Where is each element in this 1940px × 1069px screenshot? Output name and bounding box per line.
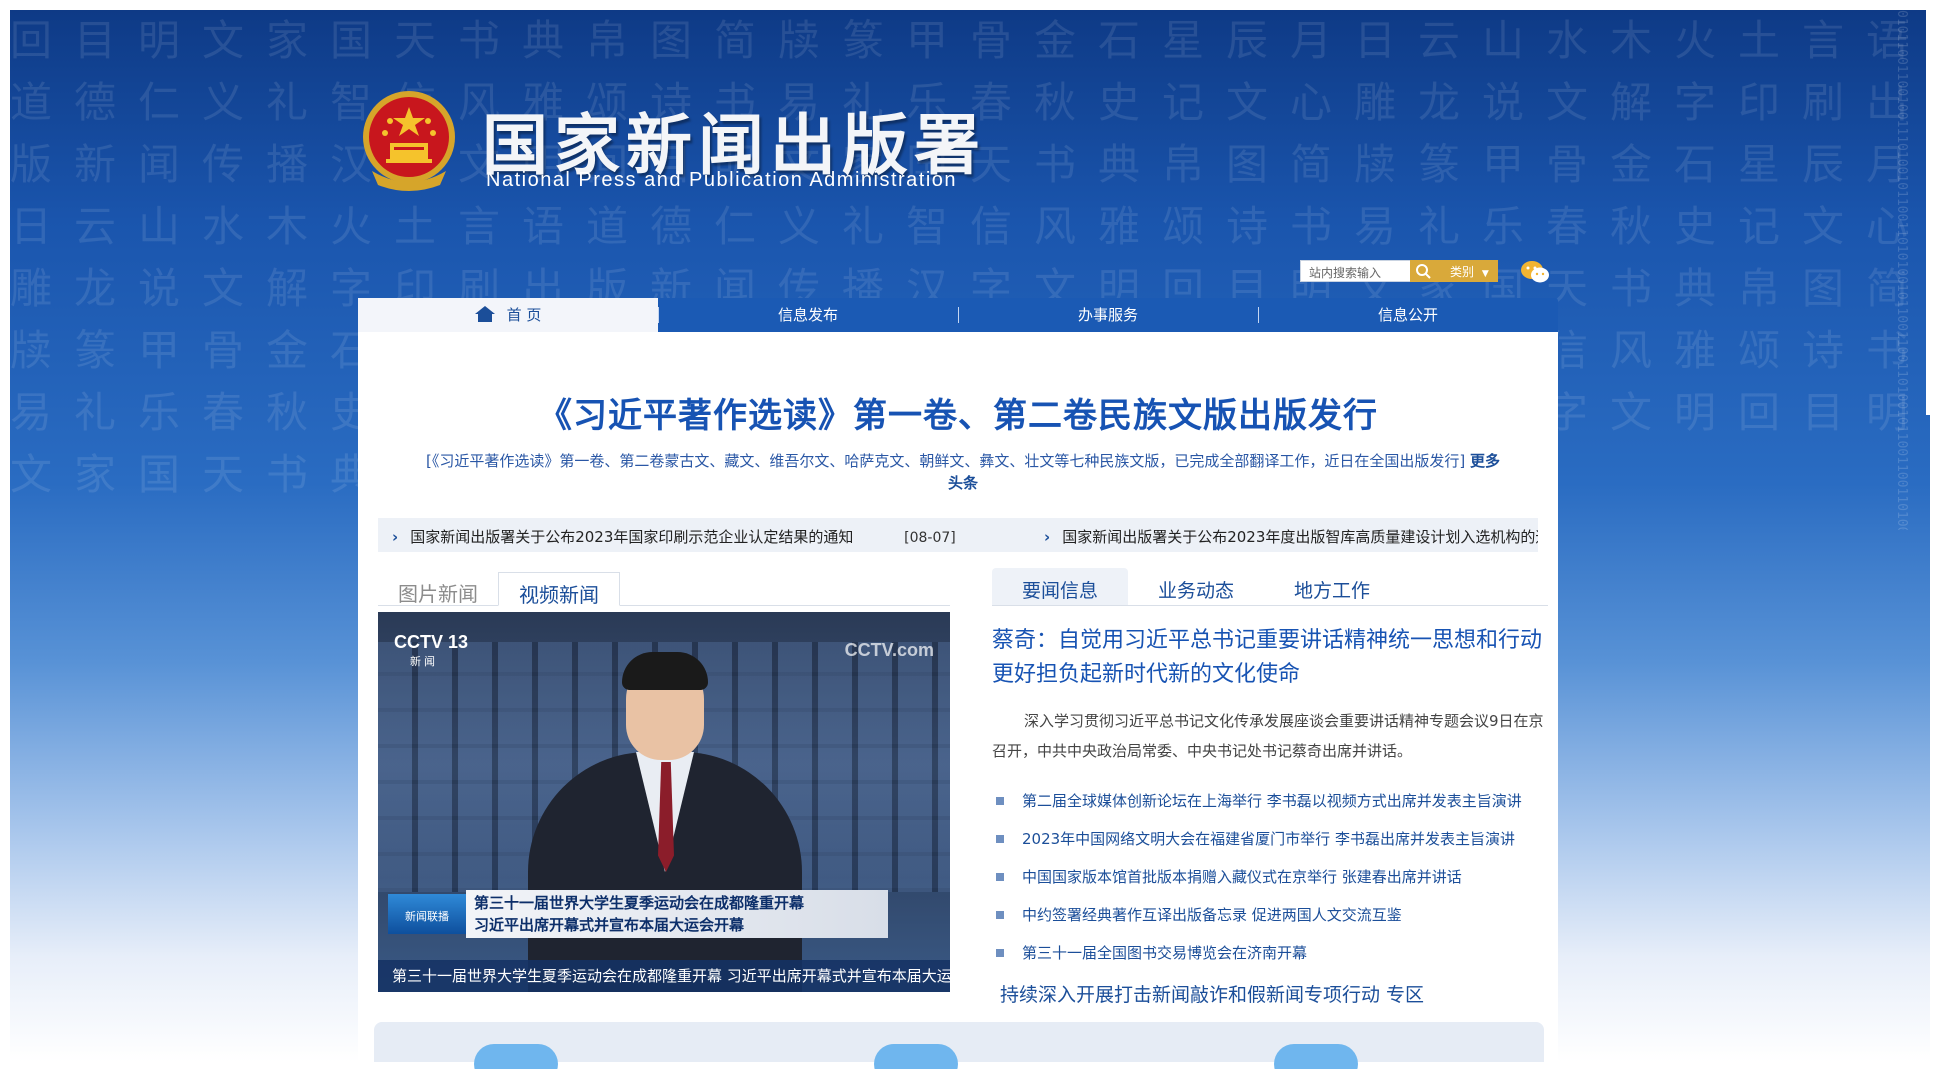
lower-third-text: 第三十一届世界大学生夏季运动会在成都隆重开幕 习近平出席开幕式并宣布本届大运会开… xyxy=(466,890,888,938)
tab-business-updates[interactable]: 业务动态 xyxy=(1128,568,1264,605)
national-emblem-icon xyxy=(363,91,455,191)
headline-summary: [《习近平著作选读》第一卷、第二卷蒙古文、藏文、维吾尔文、哈萨克文、朝鲜文、彝文… xyxy=(382,450,1544,494)
video-player[interactable]: CCTV 13 新 闻 CCTV.com 新闻联播 第三十一届世界大学生夏季运动… xyxy=(378,612,950,992)
ticker-item[interactable]: › 国家新闻出版署关于公布2023年度出版智库高质量建设计划入选机构的通知 xyxy=(1044,526,1538,547)
more-headlines-link[interactable]: 更多 xyxy=(1470,452,1500,470)
main-nav: 首 页 信息发布 办事服务 信息公开 xyxy=(358,298,1558,332)
cctv-logo-sub: 新 闻 xyxy=(410,656,436,668)
tab-photo-news[interactable]: 图片新闻 xyxy=(378,572,498,606)
list-item[interactable]: 2023年中国网络文明大会在福建省厦门市举行 李书磊出席并发表主旨演讲 xyxy=(992,820,1552,858)
news-tabs: 要闻信息 业务动态 地方工作 xyxy=(992,568,1548,606)
special-topic-link[interactable]: 持续深入开展打击新闻敲诈和假新闻专项行动 专区 xyxy=(1000,980,1424,1007)
wechat-icon[interactable] xyxy=(1520,259,1550,285)
list-item[interactable]: 第三十一届全国图书交易博览会在济南开幕 xyxy=(992,934,1552,972)
search-input[interactable]: 站内搜索输入 xyxy=(1300,260,1412,282)
list-item[interactable]: 第二届全球媒体创新论坛在上海举行 李书磊以视频方式出席并发表主旨演讲 xyxy=(992,782,1552,820)
media-tabs: 图片新闻 视频新闻 xyxy=(378,572,950,607)
cctv-logo: CCTV 13 新 闻 xyxy=(394,632,468,669)
tab-video-news[interactable]: 视频新闻 xyxy=(498,572,620,607)
list-item[interactable]: 中约签署经典著作互译出版备忘录 促进两国人文交流互鉴 xyxy=(992,896,1552,934)
nav-item-services[interactable]: 办事服务 xyxy=(958,298,1258,332)
chevron-right-icon: › xyxy=(392,528,399,546)
ticker-date: [08-07] xyxy=(904,530,956,546)
service-strip xyxy=(374,1022,1544,1069)
video-caption[interactable]: 第三十一届世界大学生夏季运动会在成都隆重开幕 习近平出席开幕式并宣布本届大运会开… xyxy=(378,960,950,992)
page-edge xyxy=(1926,10,1940,415)
background-binary-pattern: 0101100110010011101001011001101010010110… xyxy=(1530,10,1910,530)
ticker-text: 国家新闻出版署关于公布2023年度出版智库高质量建设计划入选机构的通知 xyxy=(1062,528,1538,546)
site-subtitle: National Press and Publication Administr… xyxy=(486,169,958,191)
lower-third: 新闻联播 第三十一届世界大学生夏季运动会在成都隆重开幕 习近平出席开幕式并宣布本… xyxy=(388,890,888,938)
headline-title[interactable]: 《习近平著作选读》第一卷、第二卷民族文版出版发行 xyxy=(358,388,1558,437)
headline-summary-text: [《习近平著作选读》第一卷、第二卷蒙古文、藏文、维吾尔文、哈萨克文、朝鲜文、彝文… xyxy=(425,452,1466,470)
service-circle[interactable] xyxy=(474,1044,558,1069)
search-icon xyxy=(1416,264,1431,279)
more-headlines-link-2[interactable]: 头条 xyxy=(948,474,978,492)
cctv-logo-text: CCTV 13 xyxy=(394,632,469,652)
search-button[interactable] xyxy=(1410,260,1438,282)
ticker-item[interactable]: › 国家新闻出版署关于公布2023年国家印刷示范企业认定结果的通知 [08-07] xyxy=(392,526,956,547)
cctv-watermark: CCTV.com xyxy=(844,640,934,660)
chevron-right-icon: › xyxy=(1044,528,1051,546)
list-item[interactable]: 中国国家版本馆首批版本捐赠入藏仪式在京举行 张建春出席并讲话 xyxy=(992,858,1552,896)
top-news-title[interactable]: 蔡奇：自觉用习近平总书记重要讲话精神统一思想和行动 更好担负起新时代新的文化使命 xyxy=(992,624,1552,692)
home-icon xyxy=(474,306,495,322)
anchor-hair xyxy=(622,652,708,690)
chevron-down-icon: ▼ xyxy=(1481,269,1489,279)
tab-key-news[interactable]: 要闻信息 xyxy=(992,568,1129,605)
top-news-body: 深入学习贯彻习近平总书记文化传承发展座谈会重要讲话精神专题会议9日在京召开，中共… xyxy=(992,712,1544,760)
tab-local-work[interactable]: 地方工作 xyxy=(1264,568,1400,605)
main-panel: 《习近平著作选读》第一卷、第二卷民族文版出版发行 [《习近平著作选读》第一卷、第… xyxy=(358,332,1558,1069)
nav-item-info-release[interactable]: 信息发布 xyxy=(658,298,958,332)
lower-third-line-2: 习近平出席开幕式并宣布本届大运会开幕 xyxy=(474,916,745,934)
service-circle[interactable] xyxy=(1274,1044,1358,1069)
nav-item-label: 首 页 xyxy=(506,306,542,324)
ticker-text: 国家新闻出版署关于公布2023年国家印刷示范企业认定结果的通知 xyxy=(410,528,854,546)
notice-ticker: › 国家新闻出版署关于公布2023年国家印刷示范企业认定结果的通知 [08-07]… xyxy=(378,518,1538,552)
lower-third-line-1: 第三十一届世界大学生夏季运动会在成都隆重开幕 xyxy=(474,894,805,912)
category-label: 类别 xyxy=(1450,265,1475,279)
nav-item-home[interactable]: 首 页 xyxy=(358,298,658,332)
xinwen-lianbo-badge: 新闻联播 xyxy=(388,894,466,934)
news-list: 第二届全球媒体创新论坛在上海举行 李书磊以视频方式出席并发表主旨演讲 2023年… xyxy=(992,782,1552,972)
nav-item-disclosure[interactable]: 信息公开 xyxy=(1258,298,1558,332)
category-dropdown[interactable]: 类别 ▼ xyxy=(1438,260,1498,282)
service-circle[interactable] xyxy=(874,1044,958,1069)
